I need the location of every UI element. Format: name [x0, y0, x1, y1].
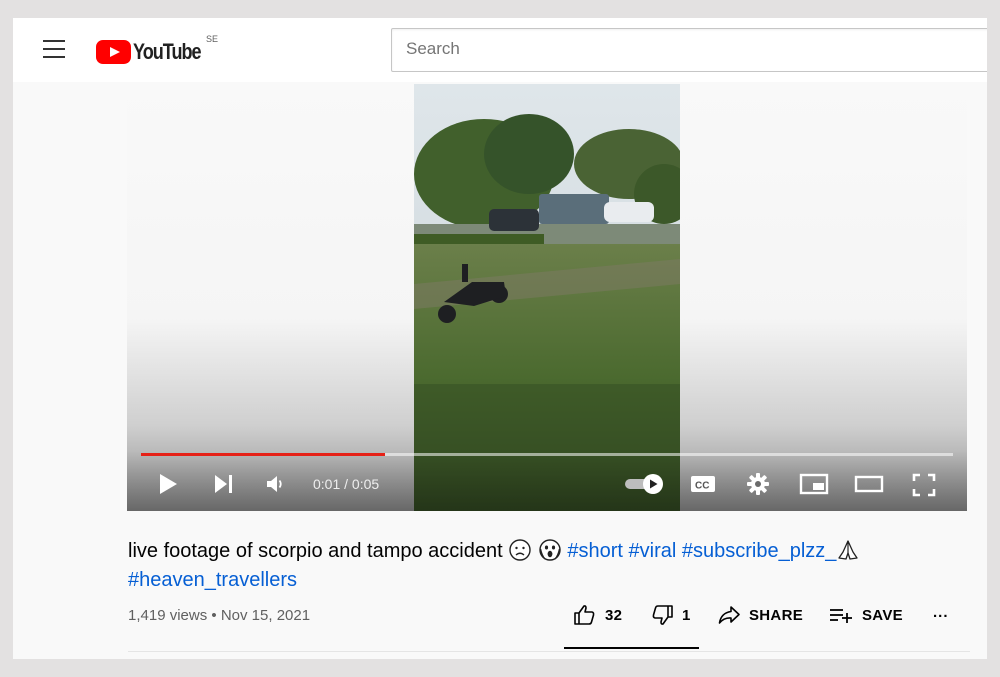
player-pillarbox-left	[127, 84, 414, 511]
worried-face-emoji-icon	[509, 539, 531, 561]
upload-date: Nov 15, 2021	[220, 607, 311, 624]
like-count: 32	[605, 606, 623, 624]
miniplayer-icon[interactable]	[799, 473, 829, 500]
meta-separator: •	[211, 607, 217, 624]
hashtag-subscribe-link[interactable]: #subscribe_plzz_	[682, 540, 837, 562]
share-arrow-icon	[718, 606, 740, 624]
search-input[interactable]	[392, 29, 906, 69]
progress-bar[interactable]	[141, 453, 953, 456]
share-button[interactable]: SHARE	[717, 604, 803, 626]
screaming-face-emoji-icon	[539, 539, 561, 561]
hashtag-viral-link[interactable]: #viral	[629, 540, 677, 562]
dislike-count: 1	[682, 606, 691, 624]
folded-hands-emoji-icon	[837, 539, 859, 561]
youtube-play-logo-icon	[96, 40, 131, 64]
video-title: live footage of scorpio and tampo accide…	[128, 537, 948, 595]
thumbs-down-icon	[652, 605, 673, 625]
video-meta: 1,419 views • Nov 15, 2021	[128, 607, 310, 624]
volume-icon[interactable]	[265, 474, 287, 499]
time-display: 0:01 / 0:05	[313, 476, 380, 492]
like-ratio-bar	[564, 647, 699, 649]
player-controls-gradient	[127, 451, 967, 511]
video-title-text: live footage of scorpio and tampo accide…	[128, 540, 503, 562]
content-divider	[128, 651, 970, 652]
play-icon[interactable]	[157, 472, 179, 501]
progress-played	[141, 453, 385, 456]
save-label: SAVE	[862, 606, 903, 624]
save-button[interactable]: SAVE	[828, 604, 903, 626]
hashtag-heaven-travellers-link[interactable]: #heaven_travellers	[128, 569, 297, 591]
search-box[interactable]	[391, 28, 987, 72]
svg-text:CC: CC	[695, 481, 709, 492]
video-still-image	[414, 84, 680, 511]
logo-text: YouTube	[133, 39, 202, 64]
settings-icon[interactable]	[746, 472, 770, 501]
video-player[interactable]: 0:01 / 0:05 CC	[127, 84, 967, 511]
dislike-button[interactable]: 1	[650, 604, 691, 626]
like-button[interactable]: 32	[573, 604, 622, 626]
youtube-logo[interactable]: YouTube SE	[96, 34, 219, 67]
share-label: SHARE	[749, 606, 804, 624]
country-code: SE	[206, 34, 219, 44]
thumbs-up-icon	[574, 605, 595, 625]
player-pillarbox-right	[680, 84, 967, 511]
autoplay-toggle-icon[interactable]	[623, 473, 667, 500]
view-count: 1,419 views	[128, 607, 208, 624]
next-icon[interactable]	[212, 473, 236, 500]
more-actions-icon[interactable]: ...	[933, 604, 949, 621]
video-frame[interactable]	[414, 84, 680, 511]
subtitles-icon[interactable]: CC	[690, 474, 716, 499]
page-frame: YouTube SE Search 0:01 / 0:05 CC live fo…	[13, 18, 987, 659]
theater-mode-icon[interactable]	[854, 474, 884, 499]
masthead: YouTube SE	[13, 18, 987, 82]
hashtag-short-link[interactable]: #short	[567, 540, 623, 562]
hamburger-menu-icon[interactable]	[43, 40, 67, 60]
add-to-playlist-icon	[830, 609, 852, 623]
fullscreen-icon[interactable]	[912, 473, 936, 502]
